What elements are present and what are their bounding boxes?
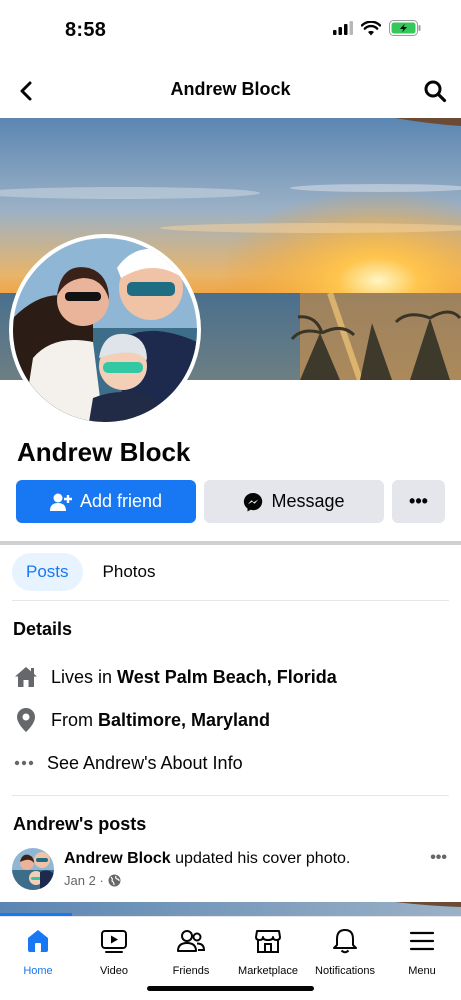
post-action: updated his cover photo. xyxy=(175,850,351,867)
divider xyxy=(12,600,449,601)
video-icon xyxy=(100,927,128,955)
lives-in-place[interactable]: West Palm Beach, Florida xyxy=(117,667,337,688)
nav-header: Andrew Block xyxy=(0,66,461,116)
more-dots-icon: ••• xyxy=(409,491,428,511)
wifi-icon xyxy=(360,20,382,41)
nav-menu-label: Menu xyxy=(408,965,436,977)
page-title: Andrew Block xyxy=(170,79,291,99)
tab-posts[interactable]: Posts xyxy=(12,553,83,591)
from-place[interactable]: Baltimore, Maryland xyxy=(98,710,270,731)
marketplace-icon xyxy=(254,927,282,955)
more-dots-icon xyxy=(13,750,35,776)
message-label: Message xyxy=(271,491,345,511)
post-meta: Jan 2 · xyxy=(64,873,121,888)
battery-icon xyxy=(389,20,421,41)
status-time: 8:58 xyxy=(65,19,107,41)
bell-icon xyxy=(331,927,359,955)
detail-from: From Baltimore, Maryland xyxy=(13,706,448,734)
message-button[interactable]: Message xyxy=(204,480,384,523)
from-prefix: From xyxy=(51,709,93,730)
messenger-icon xyxy=(244,492,263,511)
nav-video[interactable]: Video xyxy=(74,927,154,977)
menu-icon xyxy=(408,927,436,955)
detail-lives-in: Lives in West Palm Beach, Florida xyxy=(13,663,448,691)
avatar[interactable] xyxy=(12,848,54,890)
section-divider xyxy=(0,541,461,545)
nav-friends-label: Friends xyxy=(172,965,210,977)
search-icon xyxy=(424,80,447,103)
cellular-signal-icon xyxy=(333,21,353,40)
post-more-button[interactable]: ••• xyxy=(430,849,447,867)
nav-notifications-label: Notifications xyxy=(315,965,375,977)
post-headline: Andrew Block updated his cover photo. xyxy=(64,850,350,868)
nav-notifications[interactable]: Notifications xyxy=(305,927,385,977)
post-date[interactable]: Jan 2 · xyxy=(64,873,104,888)
see-about-info-label: See Andrew's About Info xyxy=(47,752,243,773)
nav-friends[interactable]: Friends xyxy=(151,927,231,977)
nav-home-label: Home xyxy=(23,965,53,977)
nav-marketplace[interactable]: Marketplace xyxy=(228,927,308,977)
lives-in-prefix: Lives in xyxy=(51,666,113,687)
nav-home[interactable]: Home xyxy=(0,927,78,977)
nav-video-label: Video xyxy=(100,965,128,977)
see-about-info-link[interactable]: See Andrew's About Info xyxy=(13,749,448,777)
globe-icon xyxy=(108,874,121,887)
post-item[interactable]: Andrew Block updated his cover photo. Ja… xyxy=(12,845,449,895)
search-button[interactable] xyxy=(421,77,449,105)
posts-title: Andrew's posts xyxy=(13,814,147,834)
bottom-nav: Home Video Friends Marketplace Notificat… xyxy=(0,916,461,1000)
add-friend-label: Add friend xyxy=(79,491,163,511)
more-actions-button[interactable]: ••• xyxy=(392,480,445,523)
post-image-preview[interactable] xyxy=(0,902,461,916)
nav-marketplace-label: Marketplace xyxy=(238,965,298,977)
location-pin-icon xyxy=(13,707,39,733)
home-icon xyxy=(24,927,52,955)
tab-photos[interactable]: Photos xyxy=(89,553,170,591)
home-icon xyxy=(13,664,39,690)
profile-picture[interactable] xyxy=(9,234,201,426)
profile-actions: Add friend Message ••• xyxy=(16,480,445,524)
details-title: Details xyxy=(13,619,73,639)
profile-name: Andrew Block xyxy=(17,437,191,467)
nav-menu[interactable]: Menu xyxy=(382,927,461,977)
status-icons xyxy=(333,20,421,41)
home-indicator xyxy=(147,986,314,991)
divider xyxy=(12,795,449,796)
profile-tabs: Posts Photos xyxy=(12,553,169,593)
add-person-icon xyxy=(49,493,72,511)
friends-icon xyxy=(177,927,205,955)
status-bar: 8:58 xyxy=(0,0,461,60)
post-author[interactable]: Andrew Block xyxy=(64,850,171,867)
add-friend-button[interactable]: Add friend xyxy=(16,480,196,523)
